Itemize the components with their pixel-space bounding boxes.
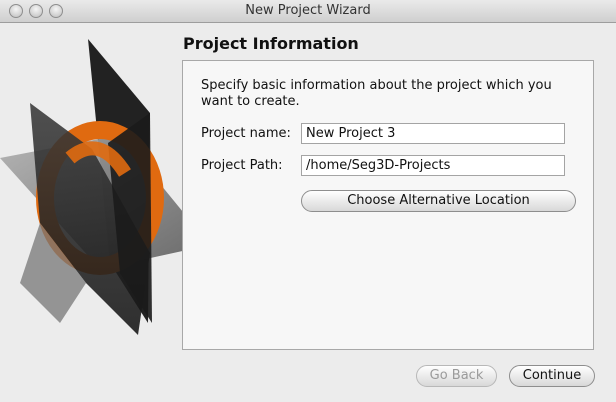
page-title: Project Information	[183, 34, 359, 53]
description-text: Specify basic information about the proj…	[201, 78, 552, 109]
project-name-label: Project name:	[201, 126, 291, 141]
continue-button[interactable]: Continue	[509, 365, 595, 387]
project-name-input[interactable]	[301, 123, 565, 144]
project-path-label: Project Path:	[201, 158, 283, 173]
window-title: New Project Wizard	[245, 3, 371, 18]
project-info-panel: Specify basic information about the proj…	[182, 60, 594, 350]
title-bar: New Project Wizard	[0, 0, 616, 23]
go-back-button[interactable]: Go Back	[416, 365, 497, 387]
choose-alternative-location-button[interactable]: Choose Alternative Location	[301, 190, 576, 212]
project-path-input[interactable]	[301, 155, 565, 176]
wizard-window: New Project Wizard Project Information S…	[0, 0, 616, 402]
